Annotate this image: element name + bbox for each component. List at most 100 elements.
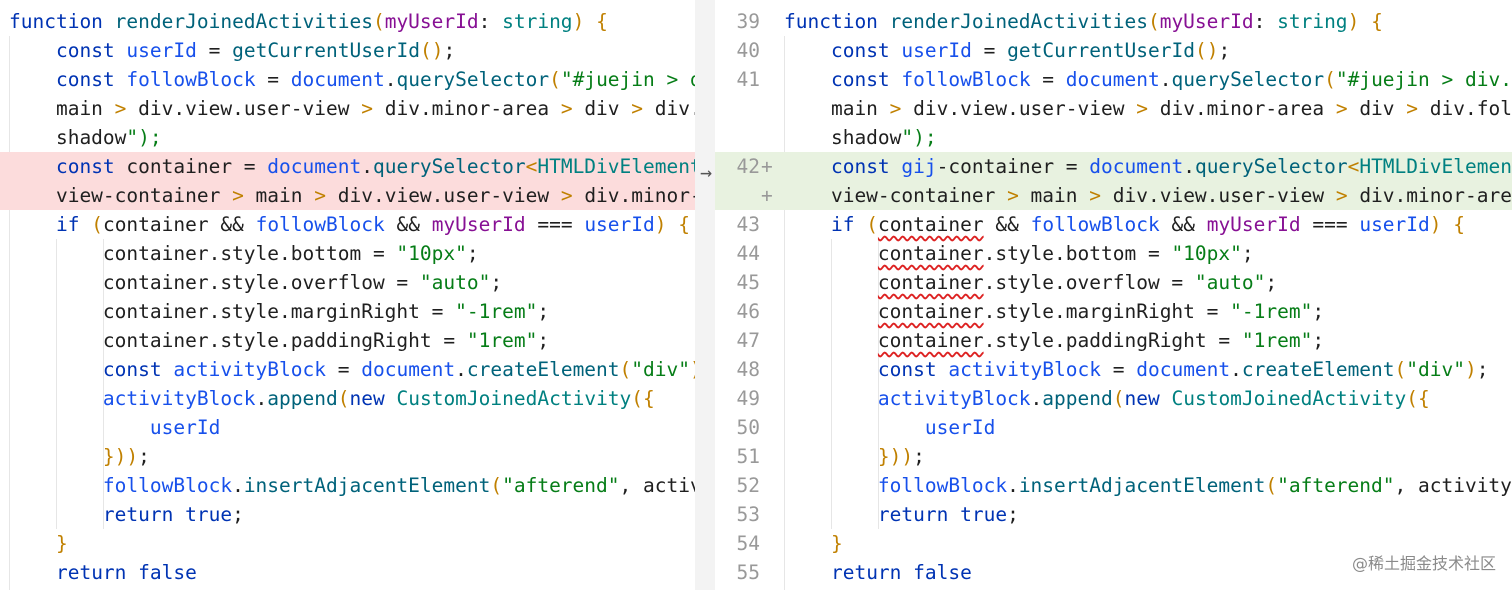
code-text: function renderJoinedActivities(myUserId… (9, 10, 608, 33)
code-line[interactable]: if (container && followBlock && myUserId… (780, 210, 1512, 239)
code-line[interactable]: const userId = getCurrentUserId(); (0, 36, 695, 65)
code-line[interactable]: const activityBlock = document.createEle… (780, 355, 1512, 384)
code-text: view-container > main > div.view.user-vi… (784, 184, 1512, 207)
code-text: container.style.marginRight = "-1rem"; (9, 300, 550, 323)
code-text: userId (149, 416, 221, 439)
line-number: 41 (736, 68, 760, 91)
code-line[interactable]: container.style.bottom = "10px"; (780, 239, 1512, 268)
code-text: followBlock.insertAdjacentElement("after… (877, 474, 1512, 497)
code-line[interactable]: shadow"); (0, 123, 695, 152)
code-line[interactable]: userId (780, 413, 1512, 442)
code-text: return false (55, 561, 197, 584)
line-number: 51 (736, 445, 760, 468)
code-text: const followBlock = document.querySelect… (55, 68, 695, 91)
code-line[interactable]: })); (0, 442, 695, 471)
code-line[interactable]: function renderJoinedActivities(myUserId… (0, 7, 695, 36)
line-number: 55 (736, 561, 760, 584)
code-text: })); (102, 445, 150, 468)
line-number: 53 (736, 503, 760, 526)
line-number: 39 (736, 10, 760, 33)
diff-divider (695, 0, 715, 590)
code-text: const userId = getCurrentUserId(); (830, 39, 1231, 62)
code-line[interactable]: return true; (0, 500, 695, 529)
code-line[interactable]: main > div.view.user-view > div.minor-ar… (780, 94, 1512, 123)
line-number: 54 (736, 532, 760, 555)
code-line[interactable]: function renderJoinedActivities(myUserId… (780, 7, 1512, 36)
code-text: const userId = getCurrentUserId(); (55, 39, 456, 62)
code-text: const container = document.querySelector… (55, 155, 695, 178)
code-text: container.style.marginRight = "-1rem"; (877, 300, 1325, 323)
code-line[interactable]: } (0, 529, 695, 558)
code-line[interactable]: container.style.marginRight = "-1rem"; (0, 297, 695, 326)
code-text: return true; (877, 503, 1019, 526)
code-text: const gij-container = document.querySele… (830, 155, 1512, 178)
code-text: } (55, 532, 68, 555)
code-text: return true; (102, 503, 244, 526)
line-number: 40 (736, 39, 760, 62)
code-text: container.style.overflow = "auto"; (9, 271, 503, 294)
code-text: shadow"); (9, 126, 162, 149)
code-text: function renderJoinedActivities(myUserId… (784, 10, 1383, 33)
code-line[interactable]: const userId = getCurrentUserId(); (780, 36, 1512, 65)
code-text: main > div.view.user-view > div.minor-ar… (9, 97, 695, 120)
code-line[interactable]: container.style.paddingRight = "1rem"; (0, 326, 695, 355)
code-text: const activityBlock = document.createEle… (877, 358, 1489, 381)
code-line[interactable]: const gij-container = document.querySele… (780, 152, 1512, 181)
code-line[interactable]: shadow"); (780, 123, 1512, 152)
line-number-gutter: 39 40 41 42 + +43 44 45 46 47 48 49 50 51 52 53 54 55 (715, 0, 780, 590)
code-line[interactable]: const container = document.querySelector… (0, 152, 695, 181)
code-line[interactable]: followBlock.insertAdjacentElement("after… (780, 471, 1512, 500)
code-line[interactable]: const followBlock = document.querySelect… (780, 65, 1512, 94)
line-number: 42 (736, 152, 760, 181)
line-number: 49 (736, 387, 760, 410)
code-text: userId (924, 416, 996, 439)
code-text: const activityBlock = document.createEle… (102, 358, 695, 381)
code-text: activityBlock.append(new CustomJoinedAct… (102, 387, 655, 410)
code-line[interactable]: view-container > main > div.view.user-vi… (0, 181, 695, 210)
code-line[interactable]: main > div.view.user-view > div.minor-ar… (0, 94, 695, 123)
code-line[interactable]: followBlock.insertAdjacentElement("after… (0, 471, 695, 500)
right-diff-pane[interactable]: function renderJoinedActivities(myUserId… (780, 0, 1512, 590)
diff-mark: + (761, 155, 773, 178)
line-number: 48 (736, 358, 760, 381)
code-line[interactable]: container.style.overflow = "auto"; (0, 268, 695, 297)
code-text: followBlock.insertAdjacentElement("after… (102, 474, 695, 497)
code-line[interactable]: container.style.bottom = "10px"; (0, 239, 695, 268)
code-text: container.style.paddingRight = "1rem"; (877, 329, 1325, 352)
line-number: 47 (736, 329, 760, 352)
code-line[interactable]: activityBlock.append(new CustomJoinedAct… (0, 384, 695, 413)
code-text: } (830, 532, 843, 555)
diff-mark: + (761, 184, 773, 207)
code-line[interactable]: activityBlock.append(new CustomJoinedAct… (780, 384, 1512, 413)
line-number: 44 (736, 242, 760, 265)
code-line[interactable]: container.style.marginRight = "-1rem"; (780, 297, 1512, 326)
line-number: 46 (736, 300, 760, 323)
code-text: if (container && followBlock && myUserId… (55, 213, 691, 236)
line-number: 45 (736, 271, 760, 294)
code-text: container.style.bottom = "10px"; (877, 242, 1254, 265)
code-text: const followBlock = document.querySelect… (830, 68, 1512, 91)
code-line[interactable]: return false (0, 558, 695, 587)
code-text: if (container && followBlock && myUserId… (830, 213, 1466, 236)
line-number: 50 (736, 416, 760, 439)
code-text: container.style.paddingRight = "1rem"; (9, 329, 550, 352)
code-line[interactable]: if (container && followBlock && myUserId… (0, 210, 695, 239)
watermark: @稀土掘金技术社区 (1351, 554, 1496, 573)
code-line[interactable]: container.style.paddingRight = "1rem"; (780, 326, 1512, 355)
code-text: container.style.bottom = "10px"; (9, 242, 479, 265)
code-line[interactable]: return true; (780, 500, 1512, 529)
code-text: main > div.view.user-view > div.minor-ar… (784, 97, 1512, 120)
code-line[interactable]: container.style.overflow = "auto"; (780, 268, 1512, 297)
code-text: activityBlock.append(new CustomJoinedAct… (877, 387, 1430, 410)
line-number: 52 (736, 474, 760, 497)
code-line[interactable]: view-container > main > div.view.user-vi… (780, 181, 1512, 210)
code-line[interactable]: })); (780, 442, 1512, 471)
left-diff-pane[interactable]: function renderJoinedActivities(myUserId… (0, 0, 695, 590)
code-text: shadow"); (784, 126, 937, 149)
code-line[interactable]: const activityBlock = document.createEle… (0, 355, 695, 384)
code-text: view-container > main > div.view.user-vi… (9, 184, 695, 207)
code-line[interactable]: userId (0, 413, 695, 442)
code-text: container.style.overflow = "auto"; (877, 271, 1278, 294)
apply-change-arrow-icon[interactable]: → (695, 158, 717, 187)
code-line[interactable]: const followBlock = document.querySelect… (0, 65, 695, 94)
